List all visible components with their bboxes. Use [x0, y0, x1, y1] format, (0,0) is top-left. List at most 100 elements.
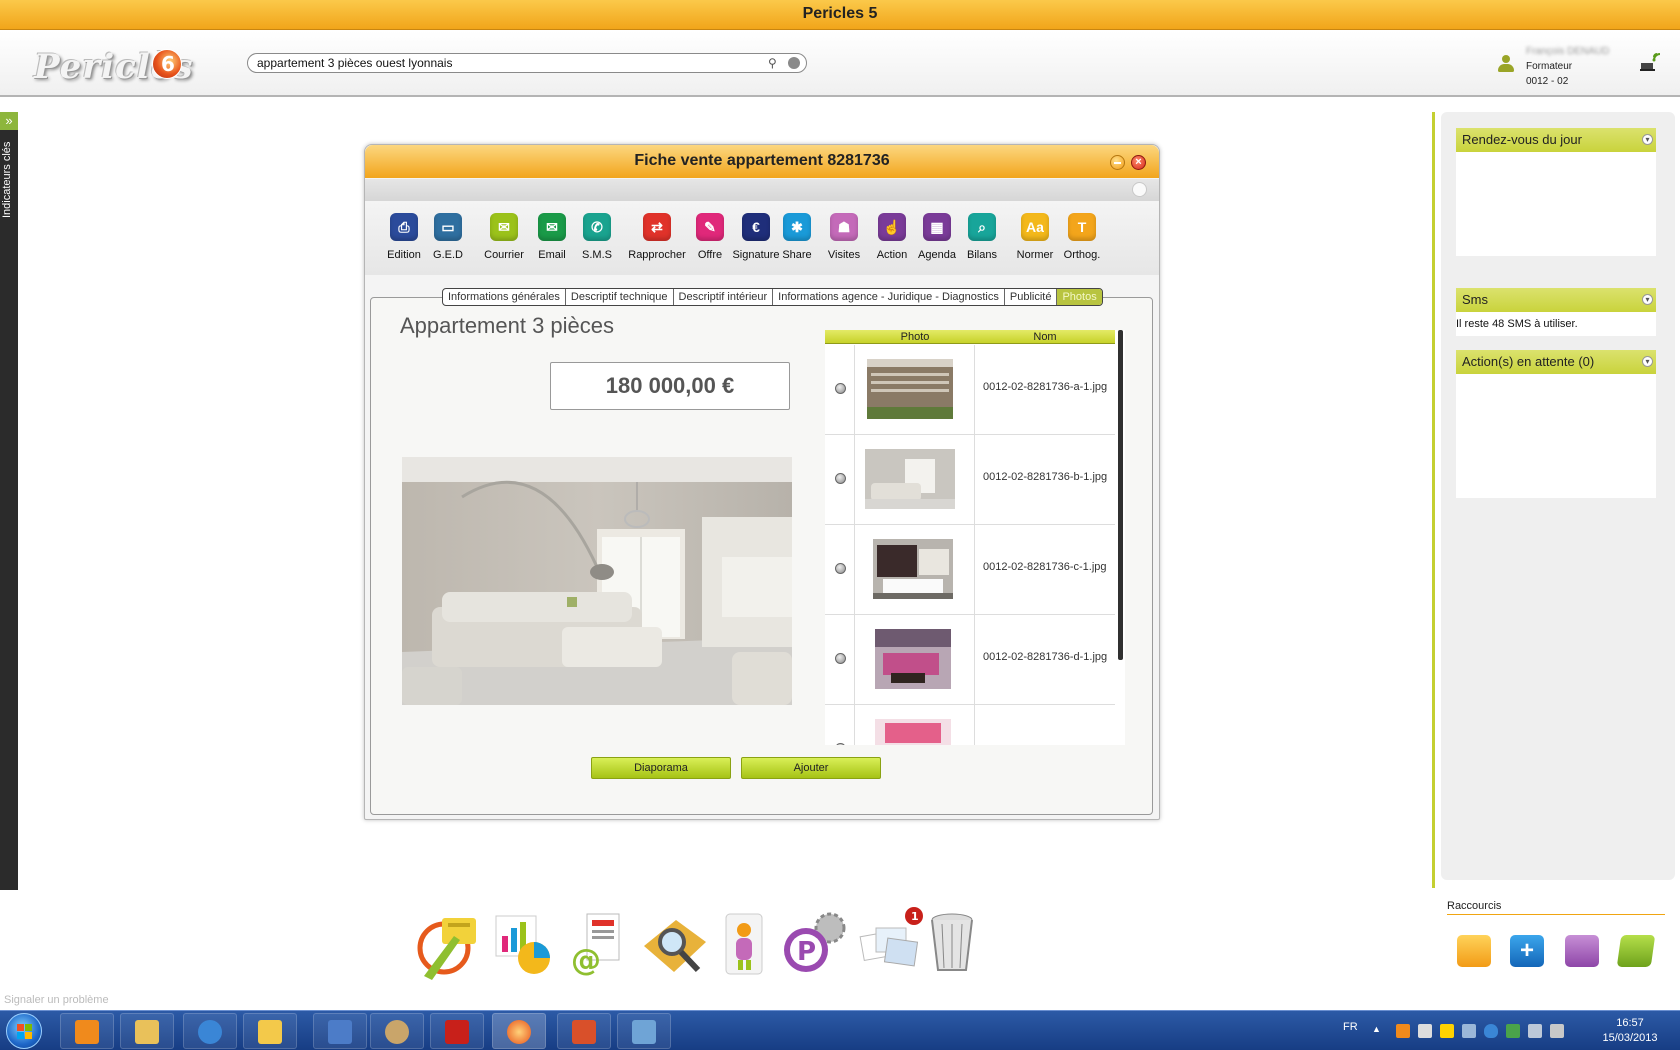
- clear-search-icon[interactable]: [788, 57, 800, 69]
- photo-cell: [855, 525, 975, 615]
- start-button[interactable]: [6, 1013, 42, 1049]
- tab-photos[interactable]: Photos: [1057, 289, 1102, 305]
- flag-icon[interactable]: [1418, 1024, 1432, 1038]
- toolbar-s-m-s-button[interactable]: ✆ S.M.S: [570, 201, 624, 275]
- tray-device-icon[interactable]: [1462, 1024, 1476, 1038]
- shortcuts: Raccourcis +: [1447, 900, 1665, 967]
- clock[interactable]: 16:57 15/03/2013: [1590, 1016, 1670, 1046]
- show-hidden-icons[interactable]: ▲: [1372, 1024, 1386, 1038]
- add-icon[interactable]: +: [1510, 935, 1544, 967]
- table-row[interactable]: 0012-02-8281736-b-1.jpg: [825, 435, 1115, 525]
- chevron-down-icon[interactable]: ▾: [1642, 134, 1653, 145]
- toolbar-normer-button[interactable]: Aa Normer: [1008, 201, 1062, 275]
- taskbar-office-app[interactable]: [557, 1013, 611, 1049]
- person-card-icon[interactable]: [710, 906, 780, 986]
- table-row[interactable]: [825, 705, 1115, 745]
- notebook-icon[interactable]: [1616, 935, 1656, 967]
- chevron-down-icon[interactable]: [1132, 182, 1147, 197]
- pericles-logo[interactable]: Periclès: [34, 45, 193, 87]
- chevron-down-icon[interactable]: ▾: [1642, 294, 1653, 305]
- tray-badge-icon[interactable]: [1440, 1024, 1454, 1038]
- photo-table-scrollbar[interactable]: [1118, 330, 1123, 660]
- tray-app-icon[interactable]: [1396, 1024, 1410, 1038]
- taskbar-paint[interactable]: [370, 1013, 424, 1049]
- col-nom-header[interactable]: Nom: [975, 330, 1115, 344]
- row-toggle-icon[interactable]: [835, 473, 846, 484]
- photo-thumbnail[interactable]: [875, 629, 951, 689]
- email-icon[interactable]: @: [565, 906, 635, 986]
- toolbar-rapprocher-button[interactable]: ⇄ Rapprocher: [628, 201, 686, 275]
- table-row[interactable]: 0012-02-8281736-a-1.jpg: [825, 345, 1115, 435]
- app-title: Pericles 5: [802, 5, 878, 22]
- row-toggle-icon[interactable]: [835, 563, 846, 574]
- pericles-gear-icon[interactable]: P: [780, 906, 850, 986]
- report-problem-link[interactable]: Signaler un problème: [4, 994, 109, 1006]
- volume-muted-icon[interactable]: [1550, 1024, 1564, 1038]
- taskbar-media-player[interactable]: [60, 1013, 114, 1049]
- row-toggle-icon[interactable]: [835, 743, 846, 745]
- toolbar-g-e-d-button[interactable]: ▭ G.E.D: [421, 201, 475, 275]
- diaporama-button[interactable]: Diaporama: [591, 757, 731, 779]
- orthog-icon: T: [1068, 213, 1096, 241]
- photo-thumbnail[interactable]: [865, 449, 955, 509]
- window-title[interactable]: Fiche vente appartement 8281736: [365, 145, 1159, 178]
- toolbar-bilans-button[interactable]: ⌕ Bilans: [955, 201, 1009, 275]
- photos-icon[interactable]: 1: [856, 906, 926, 986]
- contact-icon[interactable]: [1565, 935, 1599, 967]
- toolbar-courrier-button[interactable]: ✉ Courrier: [477, 201, 531, 275]
- photo-thumbnail[interactable]: [875, 719, 951, 745]
- taskbar-photo-viewer[interactable]: [617, 1013, 671, 1049]
- table-row[interactable]: 0012-02-8281736-d-1.jpg: [825, 615, 1115, 705]
- search-input[interactable]: [257, 55, 757, 71]
- search-icon[interactable]: ⚲: [768, 56, 782, 70]
- taskbar-pericles[interactable]: [492, 1013, 546, 1049]
- photo-thumbnail[interactable]: [867, 359, 953, 419]
- taskbar-acrobat[interactable]: [430, 1013, 484, 1049]
- main-photo[interactable]: [402, 457, 792, 705]
- language-indicator[interactable]: FR: [1343, 1021, 1358, 1033]
- compass-pencil-icon[interactable]: [414, 906, 484, 986]
- sms-header[interactable]: Sms ▾: [1456, 288, 1656, 312]
- row-toggle-icon[interactable]: [835, 653, 846, 664]
- rdv-header[interactable]: Rendez-vous du jour ▾: [1456, 128, 1656, 152]
- tab-publicit[interactable]: Publicité: [1005, 289, 1058, 305]
- toolbar-share-button[interactable]: ✱ Share: [770, 201, 824, 275]
- trash-icon[interactable]: [920, 906, 990, 986]
- taskbar-internet-explorer[interactable]: [183, 1013, 237, 1049]
- tab-informations-agence-juridique-diagnostics[interactable]: Informations agence - Juridique - Diagno…: [773, 289, 1005, 305]
- taskbar-remote-desktop[interactable]: [313, 1013, 367, 1049]
- table-row[interactable]: 0012-02-8281736-c-1.jpg: [825, 525, 1115, 615]
- actions-header[interactable]: Action(s) en attente (0) ▾: [1456, 350, 1656, 374]
- normer-icon: Aa: [1021, 213, 1049, 241]
- expand-panel-icon[interactable]: »: [0, 112, 18, 130]
- row-toggle-icon[interactable]: [835, 383, 846, 394]
- shield-icon[interactable]: [1484, 1024, 1498, 1038]
- cart-icon[interactable]: [1457, 935, 1491, 967]
- tray-sync-icon[interactable]: [1506, 1024, 1520, 1038]
- taskbar-outlook[interactable]: [243, 1013, 297, 1049]
- actions-title: Action(s) en attente (0): [1462, 354, 1595, 369]
- network-status-icon[interactable]: [1640, 51, 1662, 73]
- ajouter-button[interactable]: Ajouter: [741, 757, 881, 779]
- toolbar-visites-button[interactable]: ☗ Visites: [817, 201, 871, 275]
- tab-informations-g-n-rales[interactable]: Informations générales: [443, 289, 566, 305]
- map-search-icon[interactable]: [640, 906, 710, 986]
- close-icon[interactable]: ×: [1131, 155, 1146, 170]
- search-box: ⚲: [247, 53, 807, 73]
- chart-icon[interactable]: [490, 906, 560, 986]
- chevron-down-icon[interactable]: ▾: [1642, 356, 1653, 367]
- taskbar-explorer[interactable]: [120, 1013, 174, 1049]
- price-display: 180 000,00 €: [550, 362, 790, 410]
- right-panel-divider[interactable]: [1432, 112, 1435, 888]
- sms-remaining-text: Il reste 48 SMS à utiliser.: [1456, 312, 1656, 336]
- toolbar-orthog-button[interactable]: T Orthog.: [1055, 201, 1109, 275]
- row-select-cell: [825, 525, 855, 615]
- network-icon[interactable]: [1528, 1024, 1542, 1038]
- tab-descriptif-int-rieur[interactable]: Descriptif intérieur: [674, 289, 774, 305]
- indicators-side-panel[interactable]: » Indicateurs clés: [0, 112, 18, 890]
- property-sheet-window: Fiche vente appartement 8281736 × ⎙ Editi…: [364, 144, 1160, 820]
- tab-descriptif-technique[interactable]: Descriptif technique: [566, 289, 674, 305]
- minimize-icon[interactable]: [1110, 155, 1125, 170]
- photo-thumbnail[interactable]: [873, 539, 953, 599]
- notification-count: 1: [911, 910, 919, 923]
